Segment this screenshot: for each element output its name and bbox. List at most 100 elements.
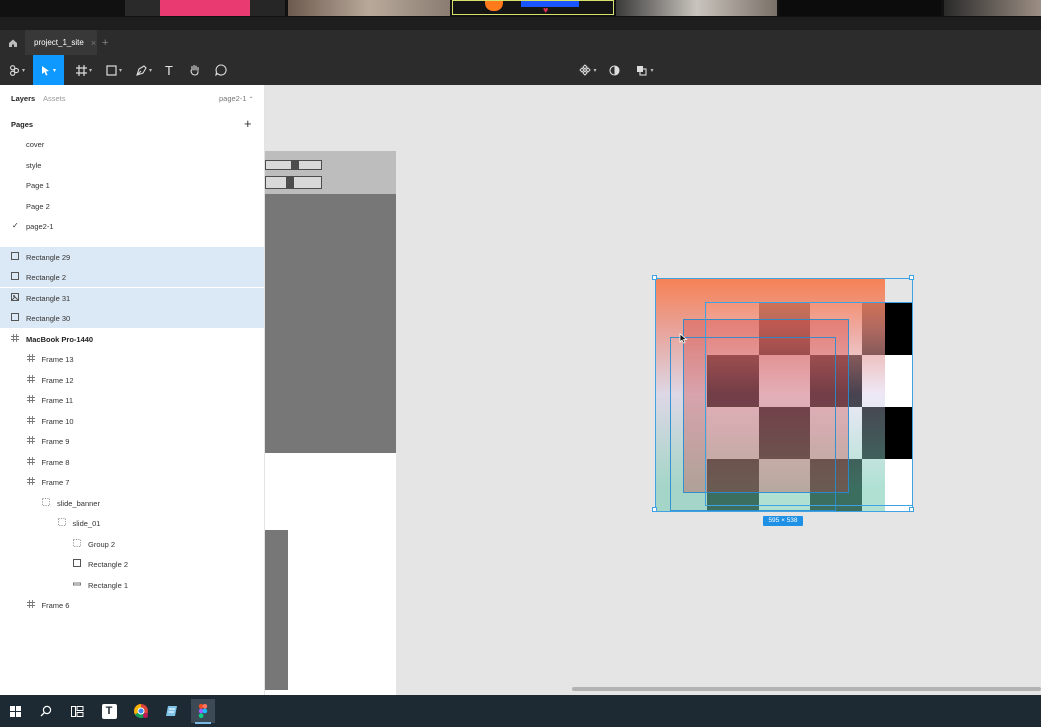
frame-side-block[interactable] (265, 530, 288, 690)
frame-content-block[interactable] (265, 194, 396, 453)
video-thumbnail[interactable] (125, 0, 160, 16)
frame-tool-button[interactable]: ▾ (72, 55, 96, 85)
mouse-cursor-icon (679, 333, 688, 344)
video-thumbnail[interactable] (288, 0, 450, 16)
layer-row[interactable]: Group 2 (0, 534, 264, 554)
layer-row[interactable]: Frame 8 (0, 452, 264, 472)
nav-bar-shape[interactable] (265, 160, 322, 170)
shape-tool-button[interactable]: ▾ (102, 55, 126, 85)
layer-row[interactable]: Rectangle 2 (0, 554, 264, 574)
frame-icon (26, 415, 35, 427)
typora-app-button[interactable]: T (97, 699, 121, 723)
layer-row[interactable]: slide_01 (0, 513, 264, 533)
current-page-label: page2-1 (219, 94, 247, 103)
component-icon (579, 64, 592, 76)
tab-layers[interactable]: Layers (11, 94, 35, 103)
group-icon (73, 538, 81, 550)
resize-handle[interactable] (652, 275, 657, 280)
close-tab-icon[interactable]: × (91, 38, 96, 48)
layer-label: Rectangle 1 (88, 580, 129, 590)
rectangle-icon (73, 559, 81, 570)
horizontal-scrollbar[interactable] (572, 687, 1041, 691)
home-button[interactable] (6, 30, 20, 55)
typora-icon: T (101, 703, 117, 719)
video-thumbnail[interactable] (160, 0, 250, 16)
group-icon (57, 518, 66, 529)
video-thumbnail[interactable] (250, 0, 285, 16)
pen-icon (136, 64, 147, 76)
windows-icon (9, 705, 21, 717)
frame-icon (75, 64, 87, 76)
layer-row[interactable]: Rectangle 29 (0, 246, 264, 267)
layer-row[interactable]: Frame 11 (0, 390, 264, 410)
task-view-button[interactable] (65, 699, 89, 723)
layer-row[interactable]: Frame 13 (0, 349, 264, 369)
comment-tool-button[interactable] (211, 55, 231, 85)
layer-label: Frame 12 (41, 375, 74, 385)
layer-row[interactable]: MacBook Pro-1440 (0, 329, 264, 349)
new-tab-button[interactable]: + (102, 30, 112, 55)
layer-label: slide_banner (57, 498, 100, 508)
selection-outline (705, 302, 913, 506)
move-tool-button[interactable]: ▾ (33, 55, 64, 85)
layer-row[interactable]: Rectangle 30 (0, 308, 264, 328)
figma-icon (198, 704, 208, 718)
component-button[interactable]: ▾ (576, 55, 600, 85)
chrome-icon (134, 704, 148, 718)
chrome-app-button[interactable] (129, 699, 153, 723)
resize-handle[interactable] (909, 275, 914, 280)
frame-icon (26, 456, 35, 468)
chevron-up-icon: ⌃ (248, 97, 254, 103)
start-button[interactable] (3, 699, 27, 723)
video-call-strip: ♥ (0, 0, 1041, 17)
layer-label: slide_01 (72, 519, 101, 528)
design-canvas[interactable]: 595 × 538 (265, 85, 1041, 695)
layer-row[interactable]: Frame 9 (0, 431, 264, 451)
page-item[interactable]: style (0, 155, 264, 175)
layer-row[interactable]: Rectangle 31 (0, 287, 264, 308)
page-item[interactable]: cover (0, 134, 264, 154)
image-icon (11, 292, 19, 304)
page-item[interactable]: Page 2 (0, 196, 264, 216)
resize-handle[interactable] (909, 507, 914, 512)
layer-row[interactable]: slide_banner (0, 493, 264, 513)
layer-row[interactable]: Frame 6 (0, 595, 264, 615)
video-thumbnail[interactable] (944, 0, 1041, 16)
layer-row[interactable]: Rectangle 2 (0, 267, 264, 287)
figma-logo-icon (9, 64, 19, 76)
layer-row[interactable]: Rectangle 1 (0, 575, 264, 595)
tab-file-label: project_1_site (34, 38, 84, 47)
text-tool-button[interactable]: T (160, 55, 178, 85)
layer-row[interactable]: Frame 12 (0, 370, 264, 390)
layer-row[interactable]: Frame 10 (0, 411, 264, 431)
boolean-button[interactable]: ▾ (633, 55, 657, 85)
page-item[interactable]: Page 1 (0, 175, 264, 195)
mask-button[interactable] (606, 55, 622, 85)
task-view-icon (70, 705, 83, 717)
notes-app-button[interactable] (160, 699, 184, 723)
page-switcher[interactable]: page2-1 ⌃ (219, 94, 254, 103)
frame-icon (26, 600, 35, 611)
toolbar: ▾ ▾ ▾ ▾ ▾ T ▾ ▾ (0, 55, 1041, 85)
layers-panel: Layers Assets page2-1 ⌃ Pages + cover sty… (0, 85, 265, 695)
video-thumbnail[interactable] (779, 0, 941, 16)
tab-assets[interactable]: Assets (43, 94, 66, 103)
frame-icon (26, 354, 35, 365)
main-menu-button[interactable]: ▾ (5, 55, 29, 85)
layer-label: Rectangle 30 (26, 314, 71, 323)
page-item[interactable]: ✓ page2-1 (0, 216, 264, 236)
layer-label: Frame 9 (41, 437, 70, 446)
frame-icon (11, 333, 19, 345)
frame-icon (26, 395, 35, 406)
add-page-button[interactable]: + (244, 116, 252, 131)
figma-app-button[interactable] (191, 699, 215, 724)
hand-tool-button[interactable] (185, 55, 205, 85)
search-button[interactable] (34, 699, 58, 723)
video-thumbnail[interactable] (616, 0, 777, 16)
resize-handle[interactable] (652, 507, 657, 512)
video-thumbnail-active[interactable]: ♥ (452, 0, 614, 15)
nav-bar-shape[interactable] (265, 176, 322, 189)
layer-row[interactable]: Frame 7 (0, 472, 264, 492)
pen-tool-button[interactable]: ▾ (132, 55, 156, 85)
tab-file[interactable]: project_1_site × (25, 30, 97, 55)
